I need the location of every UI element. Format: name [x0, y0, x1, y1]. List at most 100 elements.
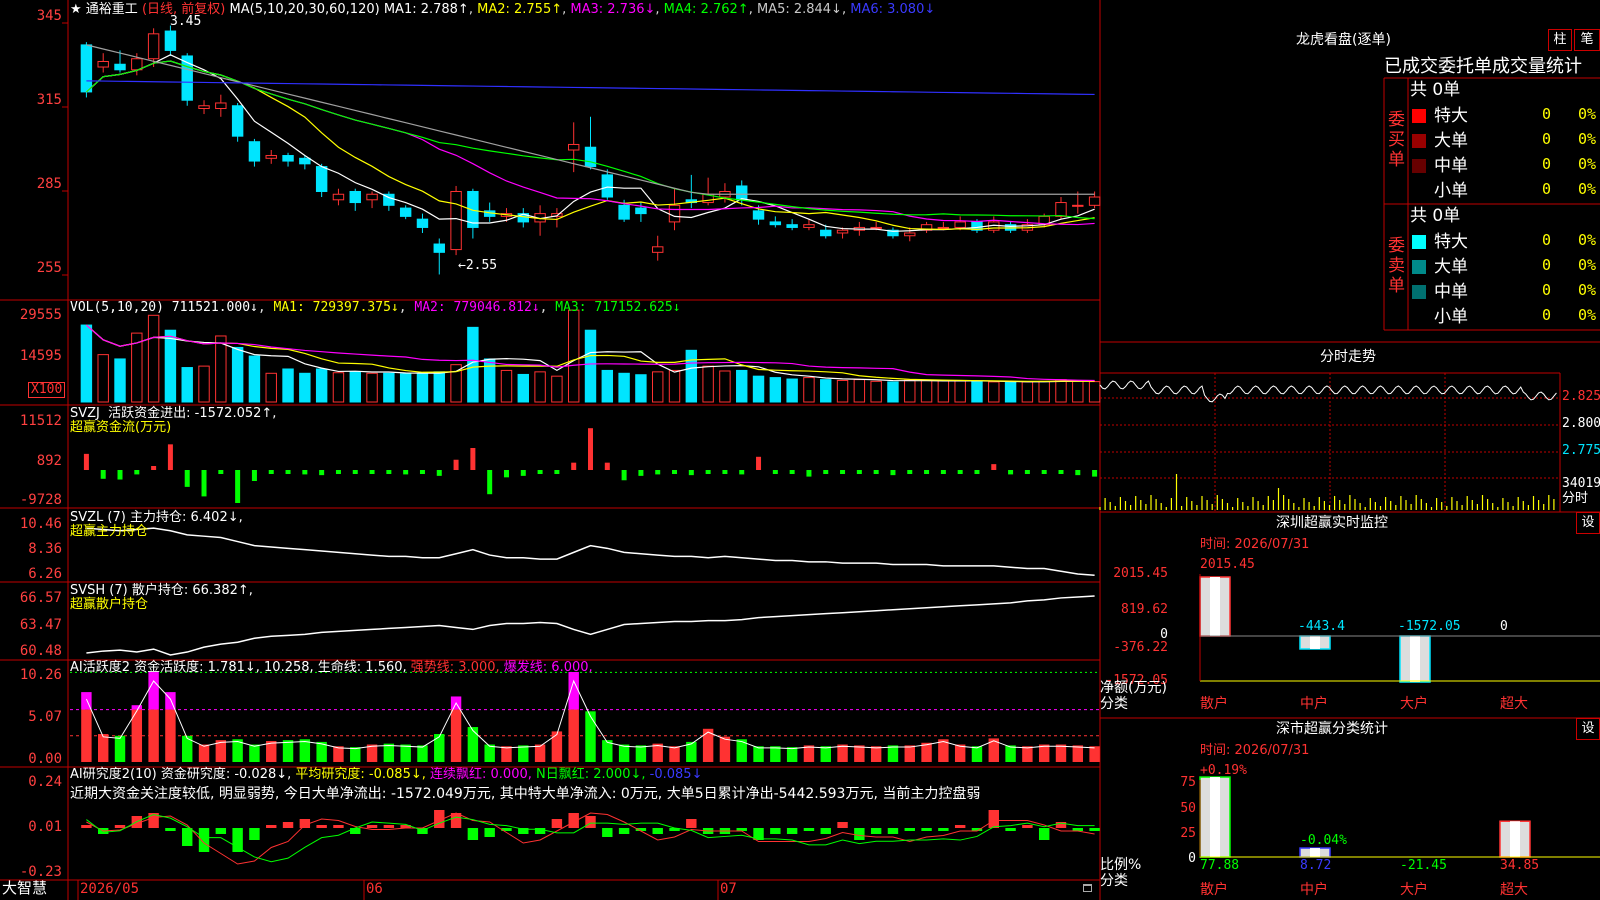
- sz-cat-label: 分类: [1100, 696, 1128, 712]
- order-size-label: 特大: [1434, 232, 1468, 252]
- research-bar: [484, 828, 495, 837]
- ai-active-header: AI活跃度2 资金活跃度: 1.781↓, 10.258, 生命线: 1.560…: [70, 660, 593, 675]
- sz-bar-highlight: [1310, 636, 1320, 649]
- fl-bar-highlight: [1510, 821, 1520, 857]
- activity-bar: [518, 745, 529, 762]
- research-bar: [686, 819, 697, 828]
- order-size-label: 中单: [1434, 156, 1468, 176]
- research-bar: [182, 828, 193, 846]
- order-count: 0: [1542, 130, 1552, 148]
- volume-bar: [736, 369, 748, 403]
- fund-flow-bar: [470, 448, 476, 470]
- fl-axis-1: 75: [1180, 775, 1196, 790]
- sell-side-label: 委卖单: [1388, 236, 1405, 296]
- research-bar: [114, 825, 126, 828]
- volume-bar: [349, 371, 361, 403]
- order-count: 0: [1542, 180, 1552, 198]
- ai-axis-3: 0.00: [28, 751, 62, 767]
- fund-flow-bar: [369, 470, 375, 474]
- research-bar: [450, 813, 462, 828]
- research-bar: [316, 825, 327, 828]
- fund-flow-bar: [419, 470, 425, 474]
- volume-bar: [937, 380, 950, 403]
- candle-body: [147, 33, 160, 60]
- tab-bar-chart[interactable]: 柱: [1548, 29, 1572, 51]
- vol-unit-badge[interactable]: X100: [28, 382, 66, 398]
- svsh-title: SVSH (7): [70, 583, 128, 598]
- volume-bar: [1055, 379, 1067, 403]
- candle-body: [652, 246, 664, 253]
- fund-flow-bar: [705, 470, 711, 474]
- date-label-3: 07: [720, 881, 737, 897]
- svzj-axis-1: 11512: [19, 413, 62, 429]
- research-bar: [333, 825, 344, 828]
- fund-flow-bar: [386, 470, 392, 474]
- sz-settings-button[interactable]: 设: [1576, 512, 1600, 534]
- research-bar: [366, 825, 378, 828]
- volume-bar: [147, 314, 160, 403]
- fund-flow-bar: [184, 470, 190, 487]
- activity-bar: [887, 745, 899, 762]
- svzj-axis-3: -9728: [19, 492, 62, 508]
- fl-unit: 比例%: [1100, 857, 1142, 873]
- lock-icon[interactable]: [1083, 884, 1092, 892]
- fund-flow-bar: [856, 470, 862, 474]
- fund-flow-bar: [688, 470, 694, 476]
- favorite-star-icon[interactable]: ★: [70, 2, 82, 17]
- price-axis-315: 315: [36, 92, 62, 108]
- activity-bar: [669, 746, 680, 762]
- ai-active-title: AI活跃度2: [70, 660, 130, 675]
- main-chart-canvas[interactable]: [0, 0, 1600, 900]
- fund-flow-bar: [789, 470, 795, 474]
- fund-flow-bar: [117, 470, 123, 480]
- activity-bar: [971, 746, 983, 762]
- volume-bar: [231, 346, 244, 403]
- volume-bar: [366, 372, 378, 403]
- fl-cat-4: 超大: [1500, 882, 1528, 898]
- order-size-label: 小单: [1434, 307, 1468, 327]
- sz-cat-2: 中户: [1300, 696, 1328, 712]
- candle-body: [769, 221, 782, 226]
- candle-body: [80, 44, 93, 93]
- fs-axis-1: 2.825: [1562, 389, 1600, 404]
- research-bar: [232, 828, 243, 852]
- stock-name[interactable]: 通裕重工: [86, 2, 138, 17]
- order-count: 0: [1542, 105, 1552, 123]
- fund-flow-bar: [806, 470, 812, 477]
- order-swatch: [1412, 159, 1426, 173]
- svzj-title: SVZJ: [70, 406, 100, 421]
- volume-bar: [299, 372, 311, 403]
- research-bar: [198, 828, 210, 852]
- candle-body: [618, 204, 630, 220]
- fund-flow-bar: [537, 470, 543, 474]
- air-axis-1: 0.24: [28, 774, 62, 790]
- sz-val-1: 2015.45: [1200, 557, 1255, 572]
- research-bar: [585, 816, 596, 828]
- volume-bar: [971, 380, 983, 403]
- volume-bar: [803, 377, 815, 403]
- svsh-axis-3: 60.48: [19, 643, 62, 659]
- candle-body: [601, 174, 614, 198]
- ma120-line: [86, 80, 1095, 96]
- order-percent: 0%: [1578, 281, 1597, 299]
- volume-bar: [282, 368, 294, 403]
- fl-settings-button[interactable]: 设: [1576, 718, 1600, 740]
- volume-bar: [215, 335, 227, 403]
- fund-flow-bar: [83, 453, 89, 470]
- candle-body: [248, 141, 261, 162]
- activity-bar: [837, 744, 848, 762]
- order-swatch: [1412, 260, 1426, 274]
- order-swatch: [1412, 109, 1426, 123]
- ai-burst-line: 爆发线: 6.000,: [503, 660, 593, 675]
- fund-flow-bar: [974, 470, 980, 474]
- sz-bar-highlight: [1210, 577, 1220, 636]
- research-bar: [551, 819, 563, 828]
- candle-body: [786, 224, 798, 228]
- research-bar: [215, 828, 227, 834]
- fund-flow-bar: [756, 456, 762, 470]
- price-axis-345: 345: [36, 8, 62, 24]
- tab-tick-list[interactable]: 笔: [1574, 29, 1600, 51]
- activity-bar: [501, 746, 512, 762]
- activity-burst-bar: [568, 672, 579, 710]
- sz-cat-1: 散户: [1200, 696, 1228, 712]
